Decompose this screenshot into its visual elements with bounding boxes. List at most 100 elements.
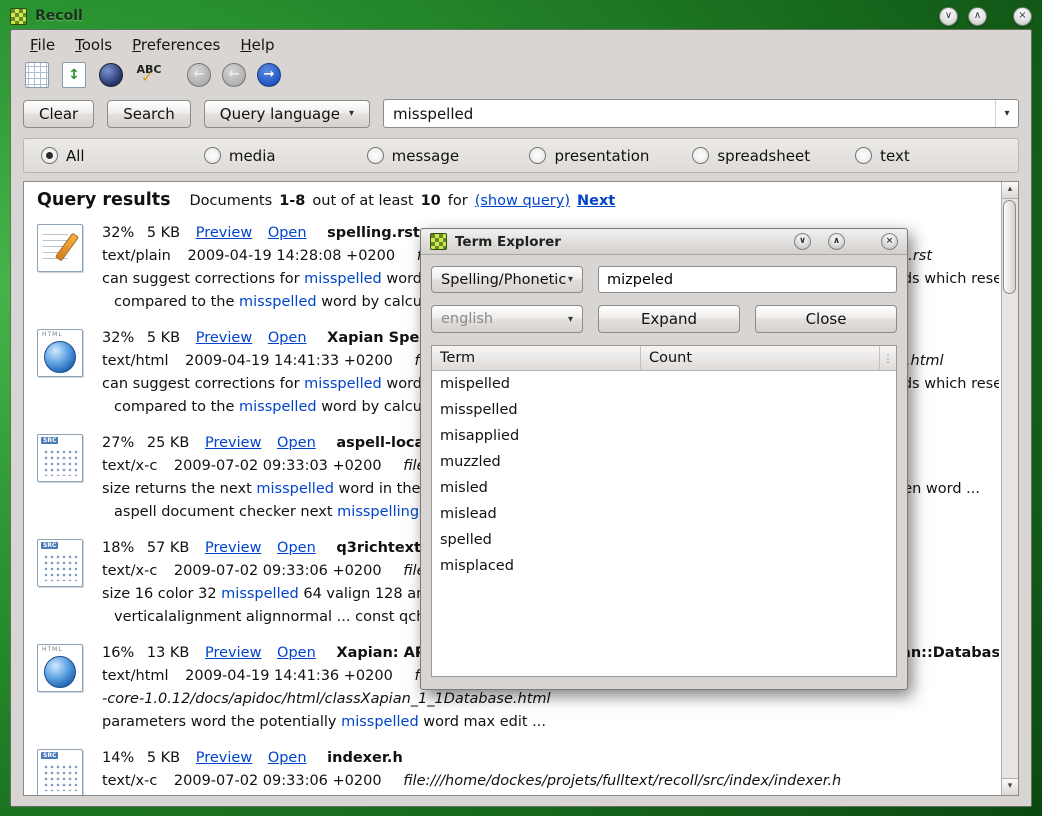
- table-view-icon[interactable]: [25, 62, 49, 88]
- term-row[interactable]: mispelled: [432, 371, 896, 397]
- file-date: 2009-07-02 09:33:06 +0200: [174, 773, 382, 789]
- filter-message[interactable]: message: [367, 147, 530, 165]
- filter-media[interactable]: media: [204, 147, 367, 165]
- close-button[interactable]: Close: [755, 305, 897, 333]
- clear-button[interactable]: Clear: [23, 100, 94, 128]
- relevance-percent: 16%: [102, 645, 134, 661]
- shade-icon[interactable]: ∨: [939, 7, 958, 26]
- main-window-titlebar[interactable]: Recoll ∨ ∧ ×: [10, 4, 1032, 28]
- text-document-icon: [37, 224, 83, 272]
- radio-all[interactable]: [41, 147, 58, 164]
- result-meta-line: text/x-c 2009-07-02 09:33:06 +0200 file:…: [102, 770, 999, 793]
- scrollbar-thumb[interactable]: [1003, 200, 1016, 294]
- filter-presentation[interactable]: presentation: [529, 147, 692, 165]
- filter-text[interactable]: text: [855, 147, 1018, 165]
- unshade-icon[interactable]: ∧: [828, 233, 845, 250]
- sort-parameters-icon[interactable]: ↕: [62, 62, 86, 88]
- search-input[interactable]: [384, 105, 995, 123]
- filter-message-label: message: [392, 147, 459, 165]
- term-row[interactable]: misspelled: [432, 397, 896, 423]
- result-abstract: parameters word the potentially misspell…: [102, 711, 999, 734]
- preview-link[interactable]: Preview: [205, 435, 261, 451]
- radio-presentation[interactable]: [529, 147, 546, 164]
- language-dropdown[interactable]: english ▾: [431, 305, 583, 333]
- filter-media-label: media: [229, 147, 276, 165]
- radio-spreadsheet[interactable]: [692, 147, 709, 164]
- match-mode-dropdown[interactable]: Spelling/Phonetic ▾: [431, 266, 583, 293]
- filter-text-label: text: [880, 147, 910, 165]
- expand-button[interactable]: Expand: [598, 305, 740, 333]
- close-icon[interactable]: ×: [1013, 7, 1032, 26]
- header-menu-icon[interactable]: ⋮: [879, 346, 896, 370]
- preview-link[interactable]: Preview: [205, 540, 261, 556]
- close-icon[interactable]: ×: [881, 233, 898, 250]
- query-dropdown-icon[interactable]: ▾: [995, 100, 1018, 127]
- preview-link[interactable]: Preview: [196, 225, 252, 241]
- filter-spreadsheet[interactable]: spreadsheet: [692, 147, 855, 165]
- radio-text[interactable]: [855, 147, 872, 164]
- open-link[interactable]: Open: [268, 225, 307, 241]
- result-icon-cell: [37, 747, 87, 795]
- filter-all-label: All: [66, 147, 85, 165]
- documents-label: Documents: [190, 193, 273, 209]
- history-icon[interactable]: [99, 63, 123, 87]
- term-row[interactable]: misled: [432, 475, 896, 501]
- result-title: indexer.h: [327, 750, 403, 766]
- recoll-app-icon: [430, 233, 447, 250]
- of-label: out of at least: [312, 193, 413, 209]
- check-icon: ✓: [141, 70, 154, 84]
- relevance-percent: 27%: [102, 435, 134, 451]
- terms-table: Term Count ⋮ mispelled misspelled misapp…: [431, 345, 897, 677]
- preview-link[interactable]: Preview: [205, 645, 261, 661]
- file-date: 2009-04-19 14:28:08 +0200: [187, 248, 395, 264]
- show-query-link[interactable]: (show query): [475, 193, 570, 209]
- open-link[interactable]: Open: [277, 540, 316, 556]
- menu-tools[interactable]: Tools: [66, 33, 121, 57]
- preview-link[interactable]: Preview: [196, 330, 252, 346]
- mime-type: text/x-c: [102, 563, 157, 579]
- open-link[interactable]: Open: [277, 435, 316, 451]
- term-row[interactable]: misapplied: [432, 423, 896, 449]
- results-scrollbar[interactable]: ▴ ▾: [1001, 182, 1018, 795]
- menu-file[interactable]: File: [21, 33, 64, 57]
- filter-presentation-label: presentation: [554, 147, 649, 165]
- term-input[interactable]: [598, 266, 897, 293]
- nav-first-icon[interactable]: ←: [187, 63, 211, 87]
- filter-category-row: All media message presentation spreadshe…: [23, 138, 1019, 173]
- unshade-icon[interactable]: ∧: [968, 7, 987, 26]
- file-date: 2009-07-02 09:33:06 +0200: [174, 563, 382, 579]
- nav-back-icon[interactable]: ←: [222, 63, 246, 87]
- search-button[interactable]: Search: [107, 100, 191, 128]
- next-page-link[interactable]: Next: [577, 193, 615, 209]
- spellcheck-icon[interactable]: ABC✓: [136, 63, 162, 87]
- file-size: 5 KB: [147, 750, 180, 766]
- menu-preferences[interactable]: Preferences: [123, 33, 229, 57]
- open-link[interactable]: Open: [268, 750, 307, 766]
- term-explorer-titlebar[interactable]: Term Explorer ∨ ∧ ×: [421, 229, 907, 255]
- nav-forward-icon[interactable]: →: [257, 63, 281, 87]
- preview-link[interactable]: Preview: [196, 750, 252, 766]
- term-row[interactable]: misplaced: [432, 553, 896, 579]
- column-header-count[interactable]: Count: [641, 346, 879, 370]
- open-link[interactable]: Open: [268, 330, 307, 346]
- query-language-dropdown[interactable]: Query language ▾: [204, 100, 370, 128]
- scroll-up-icon[interactable]: ▴: [1002, 182, 1018, 199]
- radio-media[interactable]: [204, 147, 221, 164]
- scroll-down-icon[interactable]: ▾: [1002, 778, 1018, 795]
- shade-icon[interactable]: ∨: [794, 233, 811, 250]
- file-url: file:///home/dockes/projets/fulltext/rec…: [403, 773, 841, 789]
- menu-help[interactable]: Help: [231, 33, 283, 57]
- file-size: 5 KB: [147, 225, 180, 241]
- open-link[interactable]: Open: [277, 645, 316, 661]
- mime-type: text/html: [102, 668, 169, 684]
- term-row[interactable]: muzzled: [432, 449, 896, 475]
- result-icon-cell: [37, 432, 87, 524]
- filter-spreadsheet-label: spreadsheet: [717, 147, 810, 165]
- radio-message[interactable]: [367, 147, 384, 164]
- filter-all[interactable]: All: [41, 147, 204, 165]
- toolbar: ↕ ABC✓ ← ← →: [11, 57, 1031, 94]
- term-row[interactable]: mislead: [432, 501, 896, 527]
- result-body: 14% 5 KB Preview Open indexer.h text/x-c…: [102, 747, 999, 795]
- term-row[interactable]: spelled: [432, 527, 896, 553]
- column-header-term[interactable]: Term: [432, 346, 641, 370]
